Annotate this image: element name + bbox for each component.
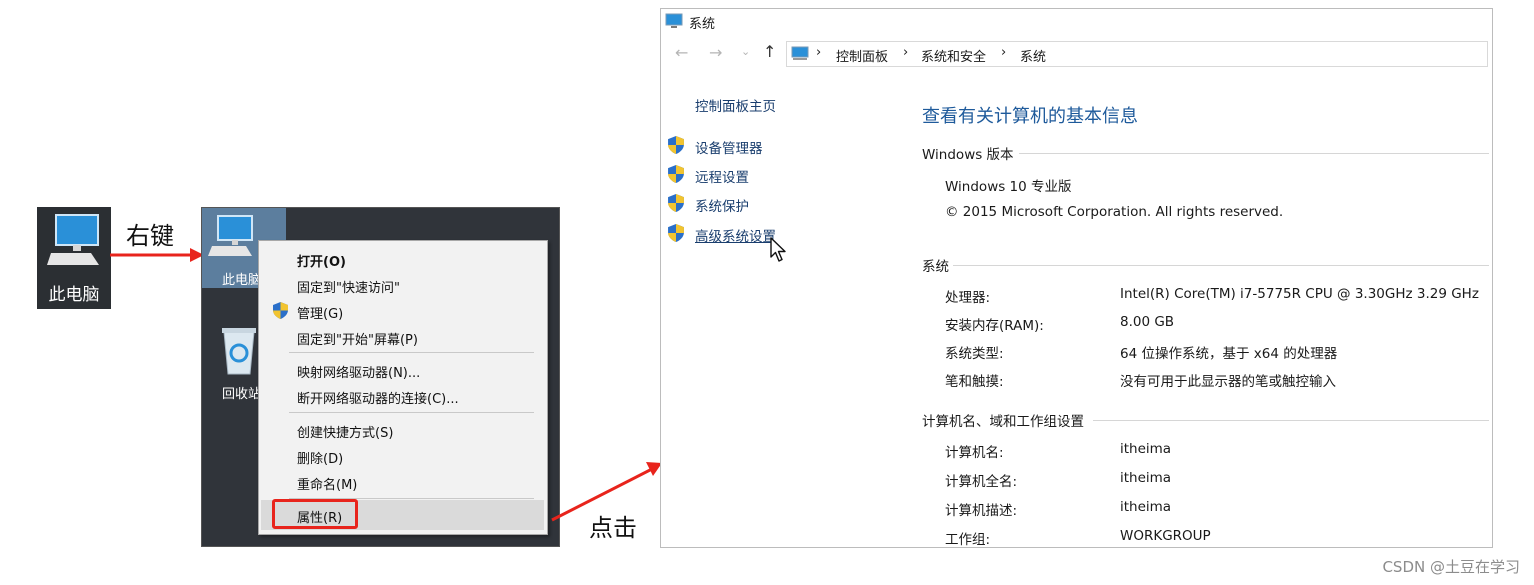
menu-item-open[interactable]: 打开(O) — [297, 251, 346, 270]
sidebar-system-protection[interactable]: 系统保护 — [695, 195, 749, 215]
value-processor: Intel(R) Core(TM) i7-5775R CPU @ 3.30GHz… — [1120, 286, 1479, 302]
mouse-cursor-icon — [770, 237, 786, 262]
menu-separator — [289, 412, 534, 413]
section-computer-name: 计算机名、域和工作组设置 — [922, 414, 1084, 430]
shield-icon — [668, 224, 684, 242]
computer-icon — [791, 46, 809, 60]
click-callout: 点击 — [589, 514, 637, 542]
menu-item-create-shortcut[interactable]: 创建快捷方式(S) — [297, 422, 393, 441]
menu-item-pin-start[interactable]: 固定到"开始"屏幕(P) — [297, 329, 418, 348]
value-system-type: 64 位操作系统，基于 x64 的处理器 — [1120, 346, 1338, 362]
address-bar[interactable]: › 控制面板 › 系统和安全 › 系统 — [786, 41, 1488, 67]
forward-arrow-icon[interactable]: → — [709, 43, 722, 62]
label-full-computer-name: 计算机全名: — [945, 474, 1018, 490]
value-workgroup: WORKGROUP — [1120, 528, 1211, 544]
value-pen-touch: 没有可用于此显示器的笔或触控输入 — [1120, 374, 1336, 390]
sidebar-advanced-system-settings[interactable]: 高级系统设置 — [695, 225, 776, 245]
page-heading: 查看有关计算机的基本信息 — [922, 106, 1138, 127]
right-arrow-icon — [110, 248, 204, 262]
breadcrumb-system[interactable]: 系统 — [1020, 46, 1046, 65]
label-system-type: 系统类型: — [945, 346, 1004, 362]
back-arrow-icon[interactable]: ← — [675, 43, 688, 62]
section-divider — [1093, 420, 1489, 421]
value-computer-description: itheima — [1120, 499, 1172, 515]
window-title: 系统 — [689, 17, 716, 32]
breadcrumb-control-panel[interactable]: 控制面板 — [836, 46, 888, 65]
computer-icon — [208, 215, 253, 256]
menu-item-manage[interactable]: 管理(G) — [297, 303, 343, 322]
label-computer-description: 计算机描述: — [945, 503, 1018, 519]
breadcrumb-separator: › — [903, 45, 909, 60]
copyright-text: © 2015 Microsoft Corporation. All rights… — [945, 204, 1284, 220]
desktop-this-pc-label: 此电脑 — [222, 273, 262, 288]
menu-item-disconnect-drive[interactable]: 断开网络驱动器的连接(C)... — [297, 388, 459, 407]
label-ram: 安装内存(RAM): — [945, 318, 1044, 334]
chevron-down-icon[interactable]: ⌄ — [741, 45, 750, 58]
value-ram: 8.00 GB — [1120, 314, 1175, 330]
watermark: CSDN @土豆在学习 — [1382, 558, 1520, 576]
up-arrow-icon[interactable]: ↑ — [763, 42, 776, 61]
section-divider — [1019, 153, 1489, 154]
section-system: 系统 — [922, 259, 949, 275]
menu-item-pin-quick-access[interactable]: 固定到"快速访问" — [297, 277, 400, 296]
sidebar-control-panel-home[interactable]: 控制面板主页 — [695, 95, 776, 115]
this-pc-label: 此电脑 — [48, 285, 100, 305]
windows-edition-name: Windows 10 专业版 — [945, 179, 1072, 195]
desktop-recycle-bin-label: 回收站 — [222, 387, 262, 402]
breadcrumb-security[interactable]: 系统和安全 — [921, 46, 986, 65]
section-divider — [953, 265, 1489, 266]
shield-icon — [668, 194, 684, 212]
menu-item-rename[interactable]: 重命名(M) — [297, 474, 357, 493]
label-pen-touch: 笔和触摸: — [945, 374, 1004, 390]
label-workgroup: 工作组: — [945, 532, 991, 548]
section-windows-edition: Windows 版本 — [922, 147, 1014, 163]
sidebar-device-manager[interactable]: 设备管理器 — [695, 137, 763, 157]
shield-icon — [668, 136, 684, 154]
this-pc-desktop-icon[interactable]: 此电脑 — [37, 207, 111, 309]
value-full-computer-name: itheima — [1120, 470, 1172, 486]
label-computer-name: 计算机名: — [945, 445, 1004, 461]
menu-item-map-drive[interactable]: 映射网络驱动器(N)... — [297, 362, 420, 381]
value-computer-name: itheima — [1120, 441, 1172, 457]
menu-separator — [289, 352, 534, 353]
shield-icon — [273, 302, 288, 319]
computer-icon — [47, 214, 99, 265]
breadcrumb-separator: › — [816, 45, 822, 60]
menu-item-delete[interactable]: 删除(D) — [297, 448, 343, 467]
breadcrumb-separator: › — [1001, 45, 1007, 60]
shield-icon — [668, 165, 684, 183]
system-window: 系统 ← → ⌄ ↑ › 控制面板 › 系统和安全 › 系统 控制面板主页 设备… — [660, 8, 1493, 548]
context-menu: 打开(O) 固定到"快速访问" 管理(G) 固定到"开始"屏幕(P) 映射网络驱… — [258, 240, 548, 535]
sidebar-remote-settings[interactable]: 远程设置 — [695, 166, 749, 186]
system-monitor-icon — [665, 13, 683, 28]
properties-highlight-box — [272, 499, 358, 529]
recycle-bin-icon[interactable] — [220, 326, 258, 376]
label-processor: 处理器: — [945, 290, 991, 306]
